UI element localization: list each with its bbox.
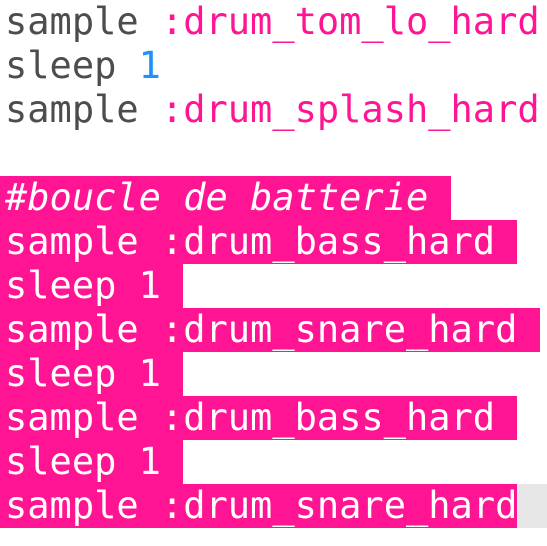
- selection-highlight: sample :drum_bass_hard: [0, 220, 518, 264]
- code-line[interactable]: sample :drum_splash_hard: [5, 88, 547, 132]
- code-editor[interactable]: sample :drum_tom_lo_hard sleep 1 sample :d…: [0, 0, 547, 546]
- code-symbol: :drum_bass_hard: [160, 396, 518, 439]
- code-symbol: :drum_snare_hard: [160, 484, 518, 527]
- code-keyword: sample: [5, 0, 139, 43]
- code-number: 1: [138, 44, 161, 87]
- code-symbol: 1: [138, 264, 184, 307]
- selection-highlight: #boucle de batterie: [0, 176, 451, 220]
- code-symbol: 1: [138, 352, 184, 395]
- code-keyword: sleep: [5, 440, 117, 483]
- selection-highlight: sample :drum_snare_hard: [0, 484, 518, 528]
- code-line[interactable]: sleep 1: [0, 352, 547, 396]
- code-symbol: :drum_tom_lo_hard: [160, 0, 540, 43]
- selection-highlight: sleep 1: [0, 264, 184, 308]
- selection-highlight: sleep 1: [0, 352, 184, 396]
- code-symbol: :drum_bass_hard: [160, 220, 518, 263]
- code-symbol: :drum_snare_hard: [160, 308, 540, 351]
- code-keyword: sample: [5, 88, 139, 131]
- code-comment: #boucle de batterie: [5, 176, 451, 219]
- code-keyword: sample: [5, 308, 139, 351]
- code-line[interactable]: sample :drum_bass_hard: [0, 396, 547, 440]
- selection-highlight: sample :drum_bass_hard: [0, 396, 518, 440]
- code-keyword: sleep: [5, 264, 117, 307]
- selection-highlight: sleep 1: [0, 440, 184, 484]
- code-symbol: 1: [138, 440, 184, 483]
- code-line[interactable]: [5, 132, 547, 176]
- text-cursor: [517, 484, 547, 528]
- code-keyword: sleep: [5, 352, 117, 395]
- code-line[interactable]: sample :drum_tom_lo_hard: [5, 0, 547, 44]
- code-line[interactable]: sleep 1: [5, 44, 547, 88]
- selection-highlight: sample :drum_snare_hard: [0, 308, 540, 352]
- code-keyword: sample: [5, 220, 139, 263]
- code-line[interactable]: sample :drum_snare_hard: [0, 308, 547, 352]
- code-keyword: sample: [5, 484, 139, 527]
- code-line[interactable]: sample :drum_bass_hard: [0, 220, 547, 264]
- code-symbol: :drum_splash_hard: [160, 88, 540, 131]
- code-line[interactable]: #boucle de batterie: [0, 176, 547, 220]
- code-keyword: sleep: [5, 44, 117, 87]
- code-line[interactable]: sleep 1: [0, 264, 547, 308]
- code-keyword: sample: [5, 396, 139, 439]
- code-line[interactable]: sleep 1: [0, 440, 547, 484]
- code-line[interactable]: sample :drum_snare_hard: [0, 484, 547, 528]
